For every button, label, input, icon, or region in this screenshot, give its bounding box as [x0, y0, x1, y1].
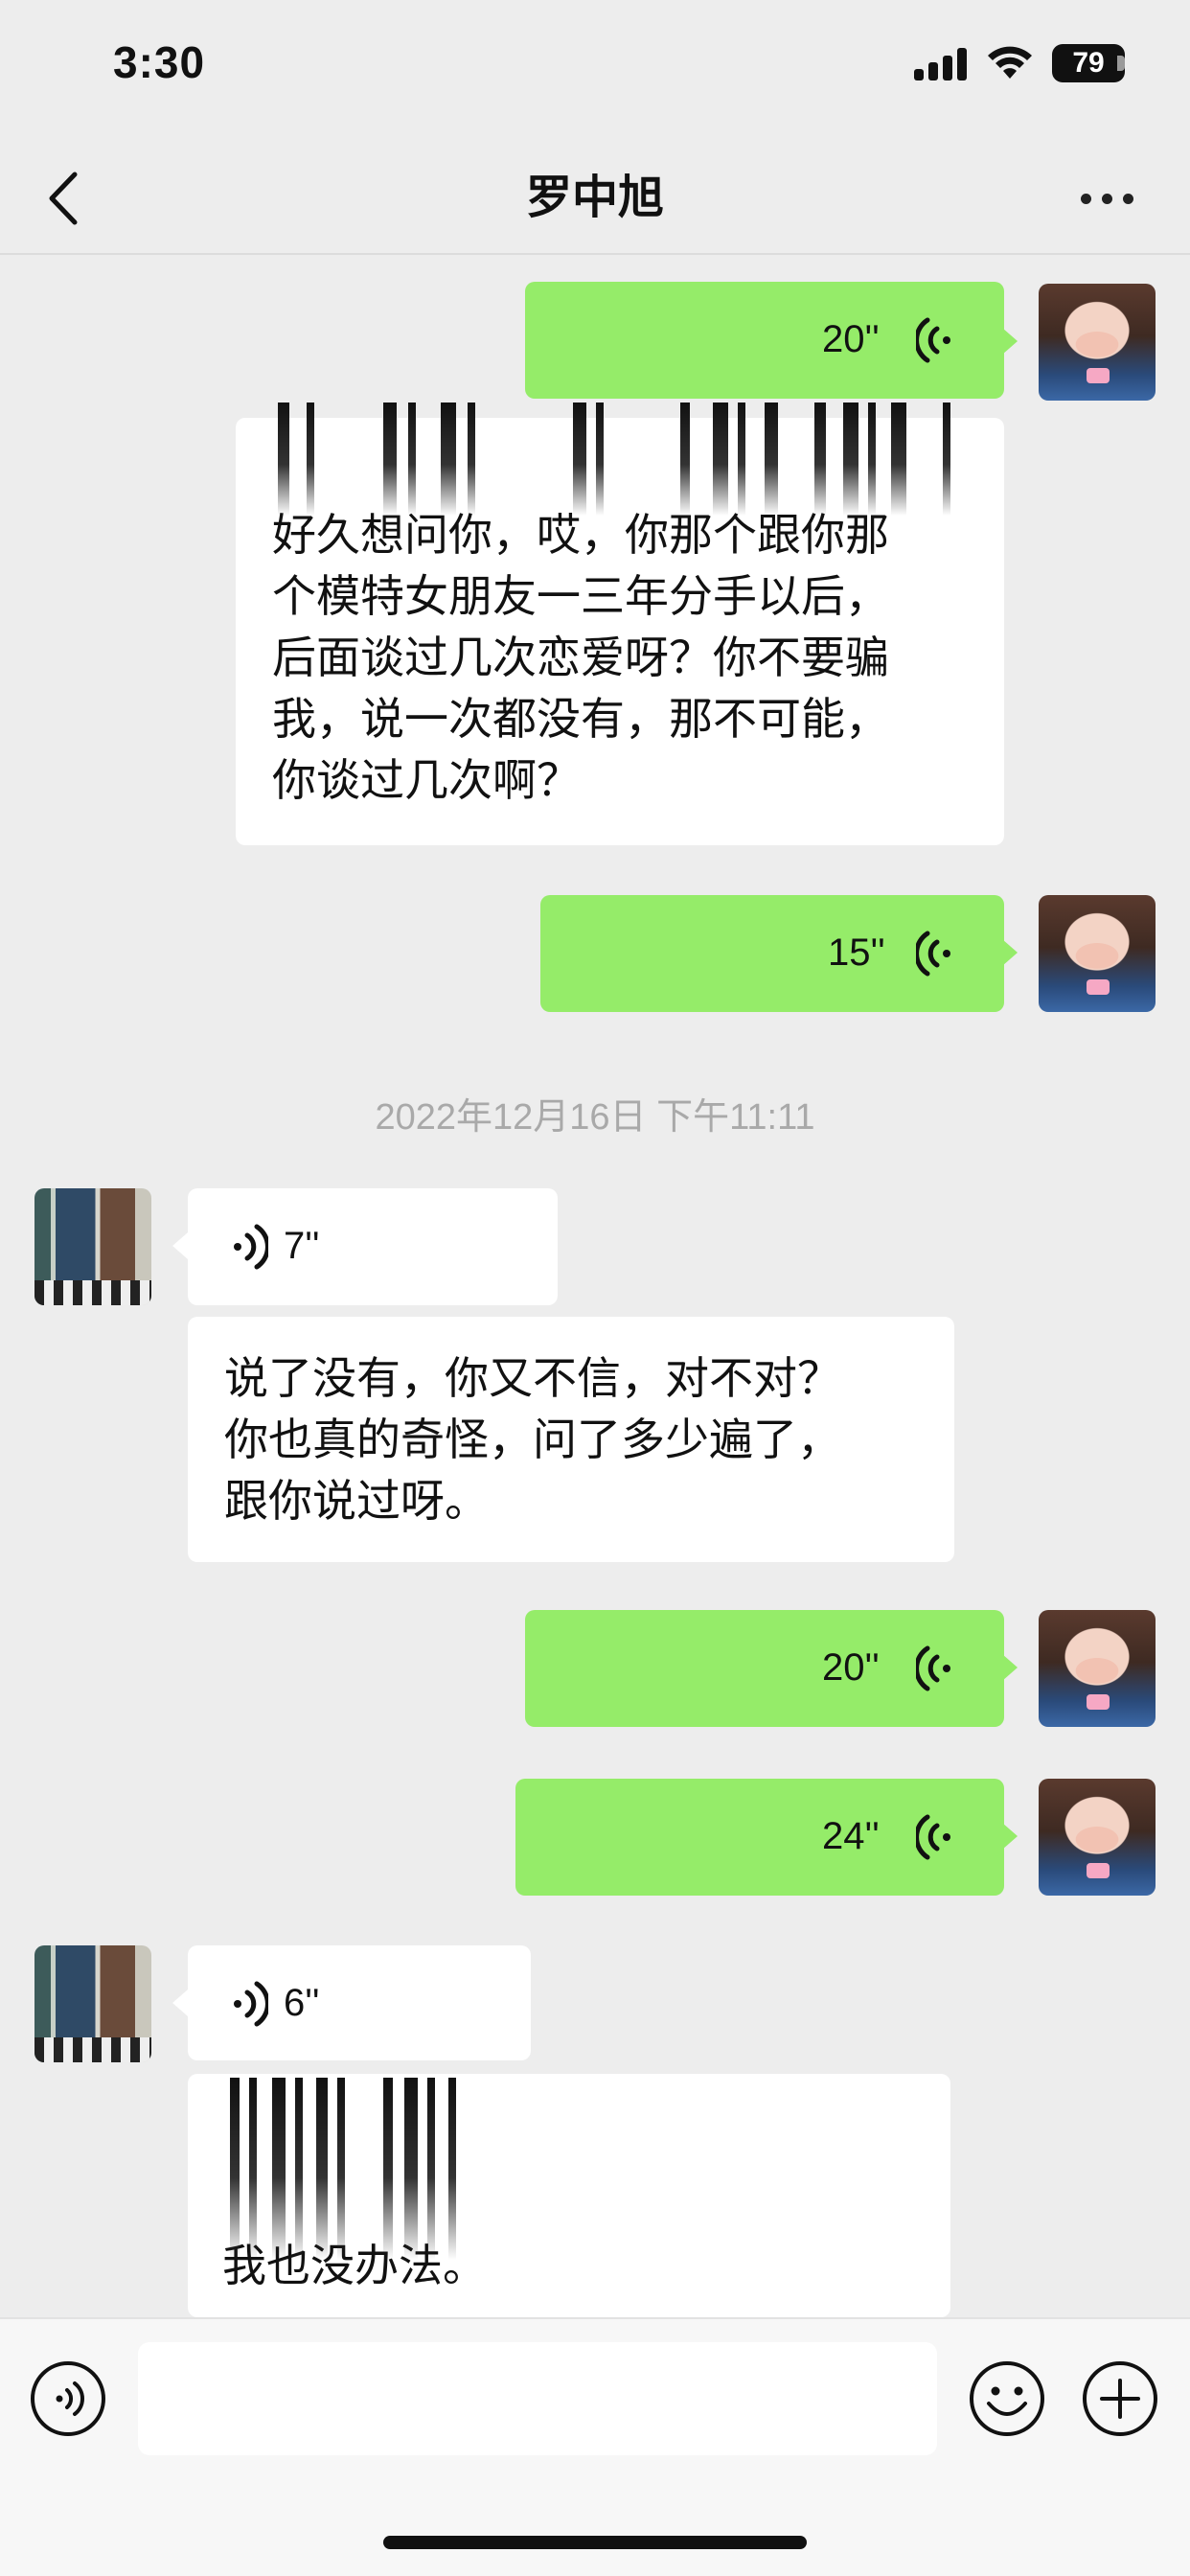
- message-line: 个模特女朋友一三年分手以后，: [272, 571, 889, 621]
- redaction-barcode: [230, 2078, 460, 2260]
- my-avatar[interactable]: [1039, 1610, 1156, 1727]
- voice-message-bubble[interactable]: 20'': [525, 282, 1004, 399]
- more-dots-icon[interactable]: [1077, 180, 1138, 218]
- timestamp: 2022年12月16日 下午11:11: [375, 1097, 815, 1138]
- voice-wave-icon: [916, 1814, 950, 1860]
- bubble-tail: [172, 1990, 188, 2016]
- voice-duration: 24'': [822, 1815, 880, 1857]
- transcription-bubble[interactable]: 说了没有，你又不信，对不对？ 你也真的奇怪，问了多少遍了， 跟你说过呀。: [188, 1317, 954, 1562]
- voice-wave-icon: [916, 317, 950, 363]
- voice-mode-icon[interactable]: [29, 2359, 107, 2438]
- voice-duration: 15'': [828, 932, 885, 974]
- my-avatar[interactable]: [1039, 1779, 1156, 1896]
- bubble-tail: [172, 1232, 188, 1259]
- voice-message-bubble[interactable]: 24'': [515, 1779, 1004, 1896]
- voice-duration: 20'': [822, 1646, 880, 1689]
- voice-message-bubble[interactable]: 15'': [540, 895, 1004, 1012]
- voice-wave-icon: [916, 1645, 950, 1691]
- battery-indicator: 79: [1052, 44, 1125, 82]
- chat-title: 罗中旭: [525, 172, 664, 223]
- voice-wave-icon: [234, 1224, 268, 1270]
- voice-duration: 7'': [284, 1225, 320, 1267]
- redaction-barcode: [278, 402, 968, 516]
- battery-tip: [1117, 56, 1125, 71]
- voice-wave-icon: [234, 1981, 268, 2027]
- message-line: 跟你说过呀。: [224, 1476, 489, 1526]
- message-line: 你谈过几次啊？: [272, 755, 581, 805]
- voice-message-bubble[interactable]: 20'': [525, 1610, 1004, 1727]
- plus-icon[interactable]: [1081, 2359, 1159, 2438]
- my-avatar[interactable]: [1039, 895, 1156, 1012]
- voice-message-bubble[interactable]: 7'': [188, 1188, 558, 1305]
- contact-avatar[interactable]: [34, 1188, 151, 1305]
- bubble-tail: [1002, 939, 1018, 966]
- contact-avatar[interactable]: [34, 1945, 151, 2062]
- my-avatar[interactable]: [1039, 284, 1156, 401]
- status-time: 3:30: [113, 37, 206, 87]
- bubble-tail: [1002, 1823, 1018, 1850]
- voice-duration: 6'': [284, 1982, 320, 2024]
- emoji-icon[interactable]: [968, 2359, 1046, 2438]
- message-line: 我，说一次都没有，那不可能，: [272, 694, 889, 744]
- message-line: 你也真的奇怪，问了多少遍了，: [224, 1414, 841, 1464]
- voice-message-bubble[interactable]: 6'': [188, 1945, 531, 2060]
- message-line: 说了没有，你又不信，对不对？: [224, 1353, 841, 1403]
- cellular-signal-icon: [914, 48, 968, 80]
- wifi-icon: [988, 46, 1032, 79]
- message-input[interactable]: [138, 2342, 937, 2455]
- bubble-tail: [1002, 1654, 1018, 1681]
- voice-duration: 20'': [822, 318, 880, 360]
- voice-wave-icon: [916, 931, 950, 977]
- message-line: 后面谈过几次恋爱呀？你不要骗: [272, 632, 889, 682]
- bubble-tail: [1002, 328, 1018, 355]
- home-indicator: [383, 2536, 807, 2549]
